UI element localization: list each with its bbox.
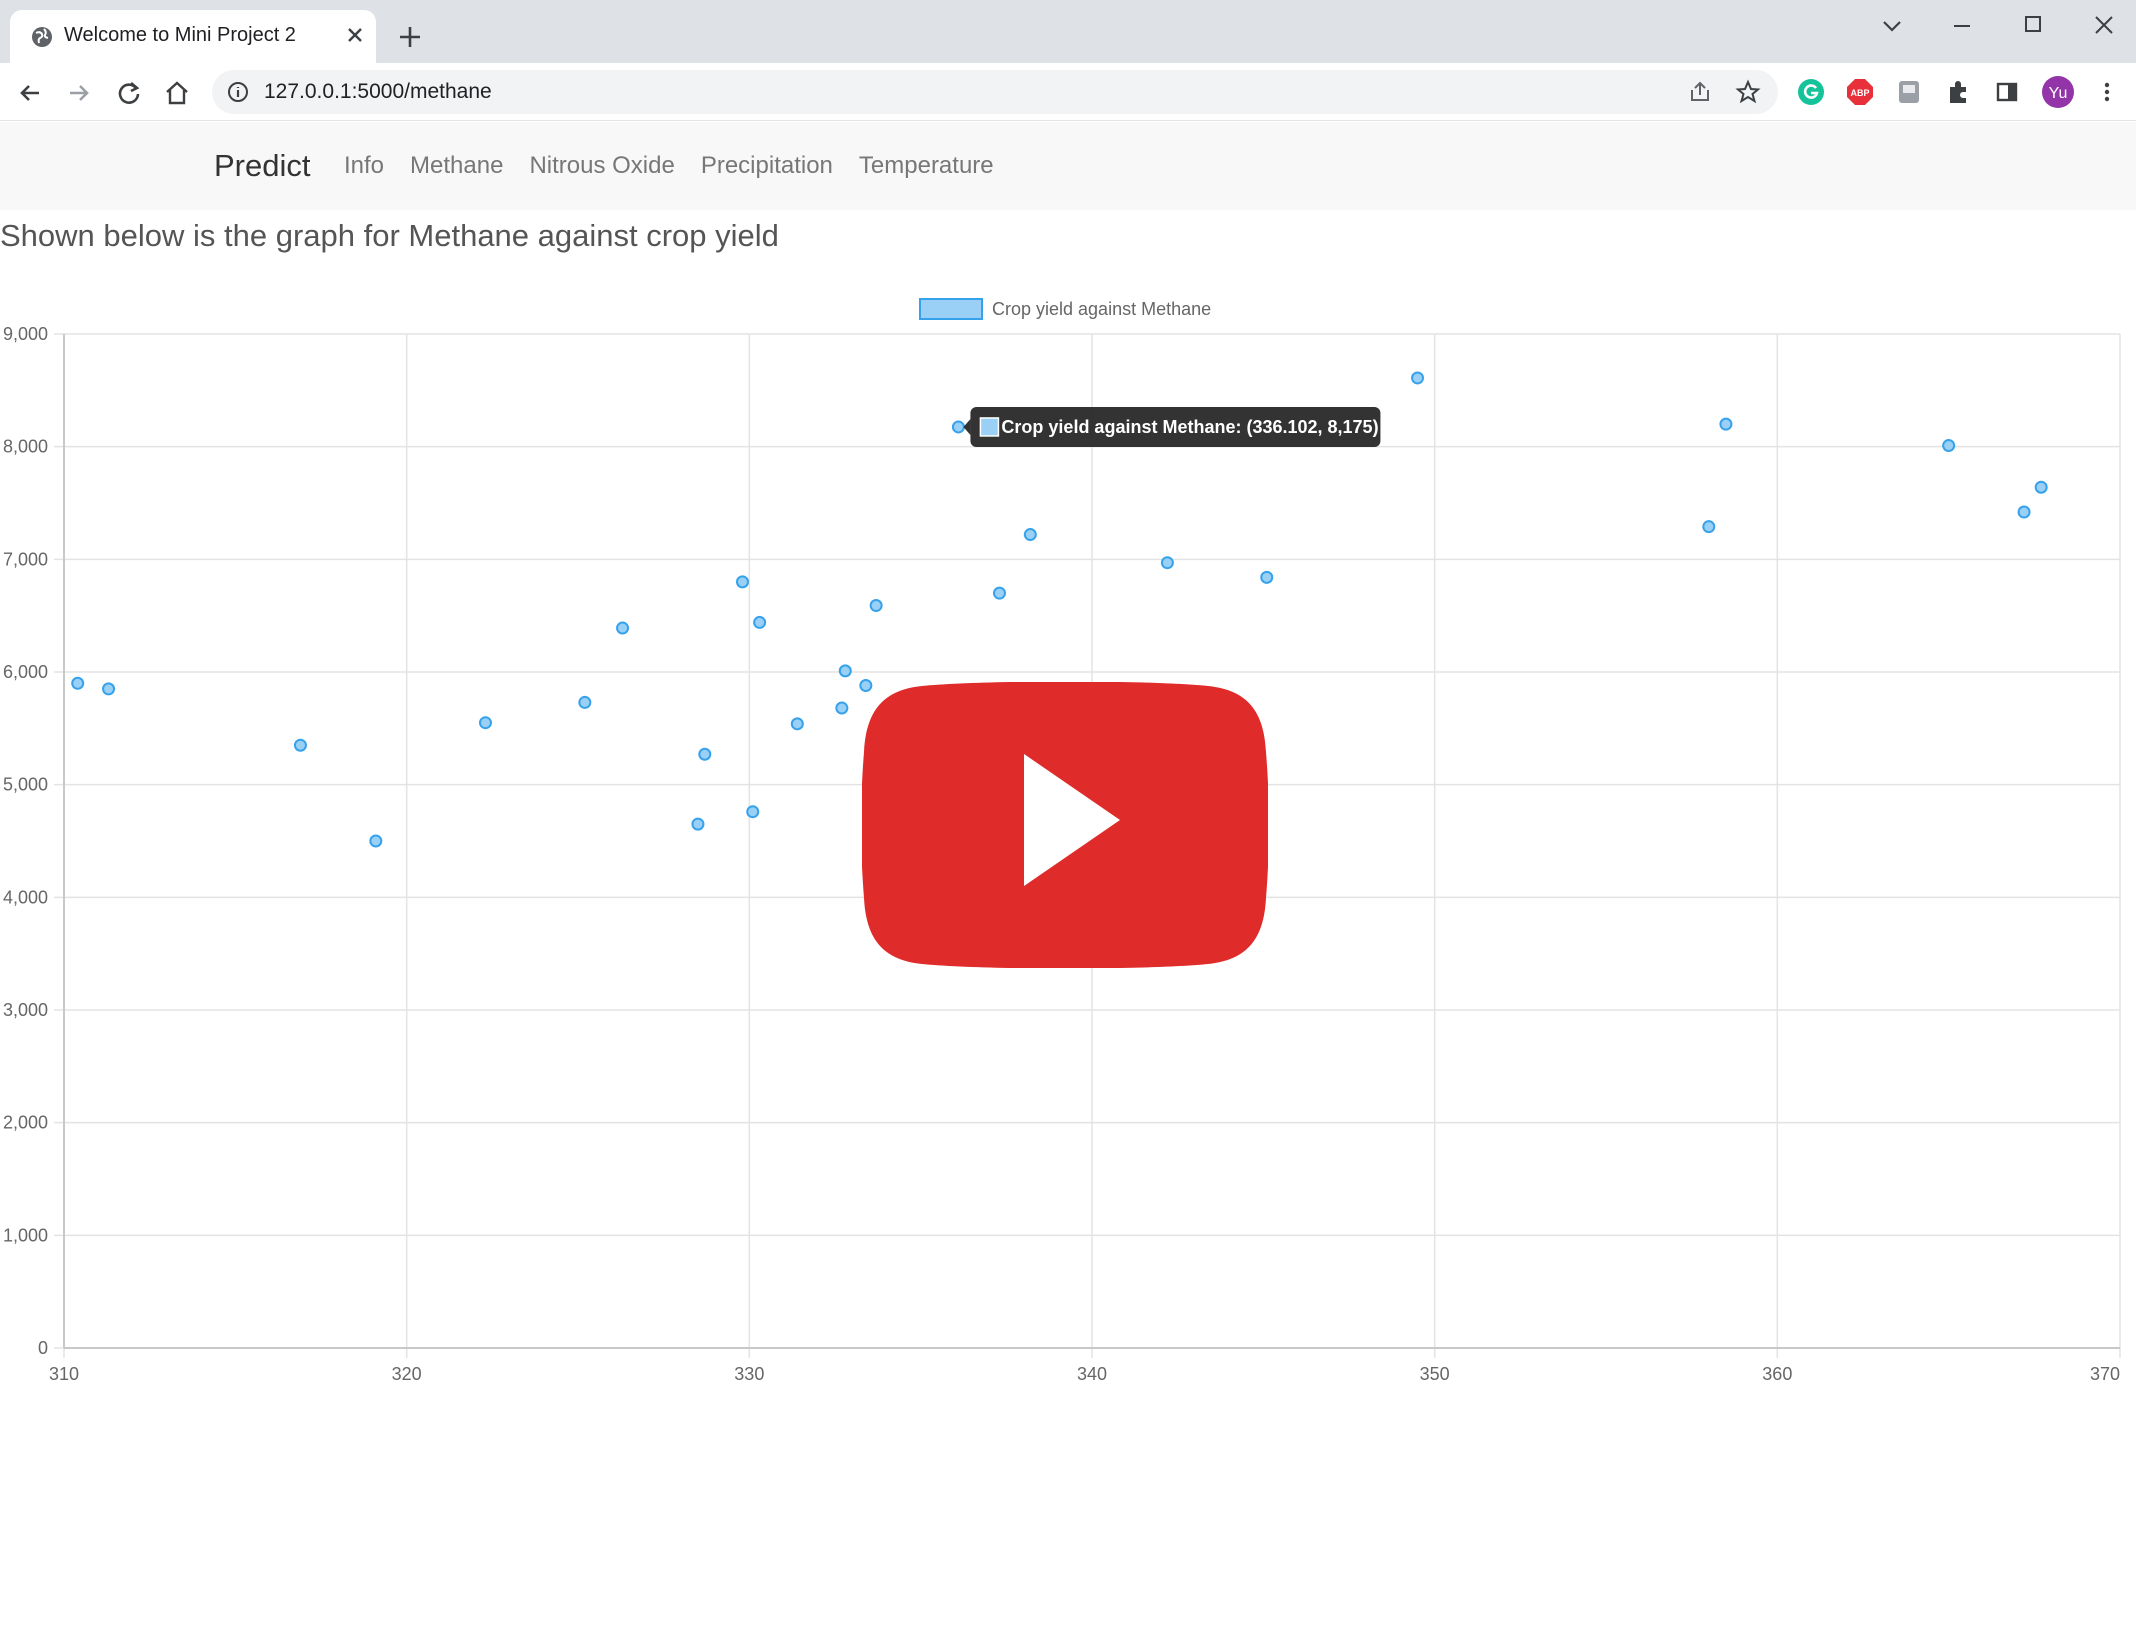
data-point[interactable] <box>578 695 592 709</box>
data-point[interactable] <box>992 586 1006 600</box>
y-tick-label: 7,000 <box>3 549 48 569</box>
data-point[interactable] <box>753 615 767 629</box>
legend-swatch <box>919 298 983 320</box>
close-window-icon[interactable] <box>2084 8 2124 42</box>
forward-icon[interactable] <box>64 78 94 108</box>
data-point[interactable] <box>1719 417 1733 431</box>
data-point[interactable] <box>2017 505 2031 519</box>
y-tick-label: 6,000 <box>3 662 48 682</box>
x-tick-label: 350 <box>1420 1364 1450 1384</box>
nav-link-nitrous-oxide[interactable]: Nitrous Oxide <box>529 152 674 180</box>
profile-initials: Yu <box>2049 85 2068 102</box>
reload-icon[interactable] <box>114 78 144 108</box>
profile-avatar[interactable]: Yu <box>2041 75 2075 109</box>
data-point[interactable] <box>790 717 804 731</box>
legend-label: Crop yield against Methane <box>992 299 1211 319</box>
kebab-menu-icon[interactable] <box>2092 77 2122 107</box>
close-tab-icon[interactable] <box>342 22 368 48</box>
y-tick-label: 9,000 <box>3 324 48 344</box>
y-tick-label: 3,000 <box>3 1000 48 1020</box>
data-point[interactable] <box>735 575 749 589</box>
data-point[interactable] <box>1702 520 1716 534</box>
data-point[interactable] <box>1942 439 1956 453</box>
abp-label: ABP <box>1850 88 1869 98</box>
site-navbar: Predict Info Methane Nitrous Oxide Preci… <box>0 122 2136 210</box>
back-icon[interactable] <box>15 78 45 108</box>
tooltip-caret <box>963 418 971 435</box>
data-point[interactable] <box>835 701 849 715</box>
data-point[interactable] <box>616 621 630 635</box>
y-tick-label: 2,000 <box>3 1113 48 1133</box>
extension-page-icon[interactable] <box>1894 77 1924 107</box>
data-point[interactable] <box>2034 480 2048 494</box>
tab-search-chevron-icon[interactable] <box>1872 8 1912 42</box>
side-panel-icon[interactable] <box>1992 77 2022 107</box>
nav-link-temperature[interactable]: Temperature <box>859 152 994 180</box>
data-point[interactable] <box>698 747 712 761</box>
x-tick-label: 310 <box>49 1364 79 1384</box>
data-point[interactable] <box>691 817 705 831</box>
y-tick-label: 0 <box>38 1338 48 1358</box>
data-point[interactable] <box>369 834 383 848</box>
data-point[interactable] <box>951 420 965 434</box>
globe-icon <box>32 27 52 47</box>
x-tick-label: 370 <box>2090 1364 2120 1384</box>
data-point[interactable] <box>293 738 307 752</box>
data-point[interactable] <box>102 682 116 696</box>
nav-link-methane[interactable]: Methane <box>410 152 503 180</box>
browser-tab-strip: Welcome to Mini Project 2 <box>0 0 2136 63</box>
browser-tab[interactable]: Welcome to Mini Project 2 <box>10 10 376 63</box>
chart-legend[interactable]: Crop yield against Methane <box>919 298 1211 320</box>
bookmark-star-icon[interactable] <box>1734 78 1762 106</box>
data-point[interactable] <box>1023 528 1037 542</box>
x-tick-label: 340 <box>1077 1364 1107 1384</box>
address-bar[interactable]: 127.0.0.1:5000/methane <box>212 70 1778 114</box>
y-tick-label: 4,000 <box>3 887 48 907</box>
url-text[interactable]: 127.0.0.1:5000/methane <box>264 80 492 104</box>
adblock-plus-icon[interactable]: ABP <box>1845 77 1875 107</box>
data-point[interactable] <box>478 716 492 730</box>
tab-title: Welcome to Mini Project 2 <box>64 24 296 46</box>
navbar-links: Info Methane Nitrous Oxide Precipitation… <box>344 152 994 180</box>
share-icon[interactable] <box>1686 78 1714 106</box>
data-point[interactable] <box>71 676 85 690</box>
data-point[interactable] <box>746 805 760 819</box>
data-point[interactable] <box>869 599 883 613</box>
nav-link-info[interactable]: Info <box>344 152 384 180</box>
y-tick-label: 8,000 <box>3 437 48 457</box>
y-tick-label: 5,000 <box>3 775 48 795</box>
x-tick-label: 320 <box>392 1364 422 1384</box>
tooltip-text: Crop yield against Methane: (336.102, 8,… <box>1001 417 1378 437</box>
navbar-brand[interactable]: Predict <box>214 148 310 184</box>
extensions-puzzle-icon[interactable] <box>1943 77 1973 107</box>
x-tick-label: 360 <box>1762 1364 1792 1384</box>
data-point[interactable] <box>1160 556 1174 570</box>
browser-toolbar: 127.0.0.1:5000/methane ABP Yu <box>0 63 2136 121</box>
x-tick-label: 330 <box>734 1364 764 1384</box>
data-point[interactable] <box>838 664 852 678</box>
grammarly-icon[interactable] <box>1796 77 1826 107</box>
y-tick-label: 1,000 <box>3 1225 48 1245</box>
home-icon[interactable] <box>162 78 192 108</box>
data-point[interactable] <box>1260 570 1274 584</box>
video-play-button[interactable] <box>862 682 1268 968</box>
new-tab-icon[interactable] <box>395 22 425 52</box>
page-heading: Shown below is the graph for Methane aga… <box>0 218 779 253</box>
data-point[interactable] <box>1411 371 1425 385</box>
site-info-icon[interactable] <box>226 80 250 104</box>
maximize-icon[interactable] <box>2013 8 2053 42</box>
minimize-icon[interactable] <box>1942 8 1982 42</box>
chart-tooltip: Crop yield against Methane: (336.102, 8,… <box>963 406 1381 447</box>
nav-link-precipitation[interactable]: Precipitation <box>701 152 833 180</box>
tooltip-swatch <box>979 417 1000 437</box>
